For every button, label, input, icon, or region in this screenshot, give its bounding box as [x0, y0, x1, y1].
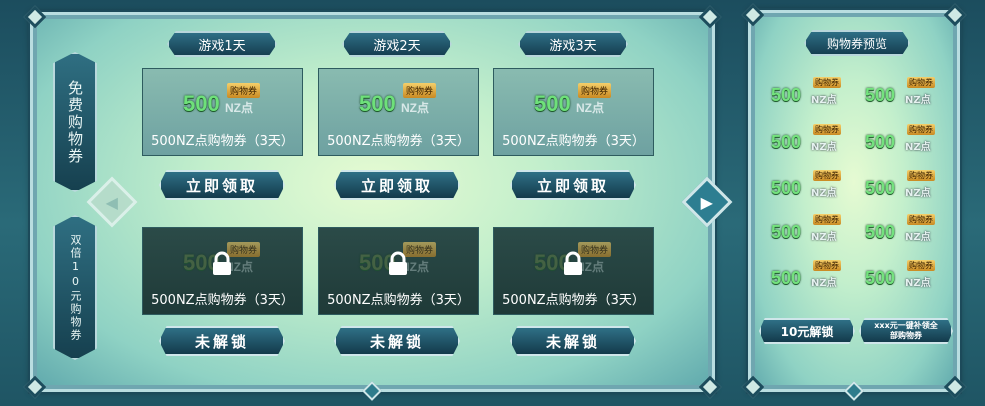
day-3-banner: 游戏3天 — [518, 31, 628, 57]
coupon-badge: 购物券 — [813, 170, 841, 181]
corner-ornament — [23, 375, 47, 399]
coupon-value: 500 — [183, 91, 220, 116]
locked-button-day-3[interactable]: 未解锁 — [510, 326, 636, 356]
coupon-unit: NZ点 — [905, 142, 931, 153]
preview-coupon: 购物券 500 NZ点 — [771, 170, 847, 204]
claim-button-day-1[interactable]: 立即领取 — [159, 170, 285, 200]
corner-ornament — [943, 3, 967, 27]
coupon-value: 500 — [359, 91, 396, 116]
coupon-unit: NZ点 — [576, 101, 604, 115]
coupon-label: 500NZ点购物券（3天） — [327, 134, 470, 149]
coupon-value: 500 — [771, 85, 802, 105]
coupon-card-day-2: 购物券 500 NZ点 500NZ点购物券（3天） — [318, 68, 479, 156]
coupon-badge: 购物券 — [813, 77, 841, 88]
coupon-value: 500 — [865, 178, 896, 198]
day-2-banner: 游戏2天 — [342, 31, 452, 57]
coupon-card-day-3: 购物券 500 NZ点 500NZ点购物券（3天） — [493, 68, 654, 156]
coupon-unit: NZ点 — [811, 278, 837, 289]
tab-double-coupons[interactable]: 双倍10元购物券 — [53, 215, 97, 360]
corner-ornament — [698, 5, 722, 29]
lock-icon — [213, 251, 231, 275]
preview-coupon: 购物券 500 NZ点 — [865, 214, 941, 248]
coupon-badge: 购物券 — [578, 83, 612, 98]
preview-coupon: 购物券 500 NZ点 — [865, 170, 941, 204]
corner-ornament — [943, 375, 967, 399]
coupon-unit: NZ点 — [811, 232, 837, 243]
coupon-unit: NZ点 — [401, 101, 429, 115]
unlock-10-button[interactable]: 10元解锁 — [759, 318, 855, 344]
locked-coupon-card-day-1: 购物券 500 NZ点 500NZ点购物券（3天） — [142, 227, 303, 315]
coupon-card-day-1: 购物券 500 NZ点 500NZ点购物券（3天） — [142, 68, 303, 156]
coupon-badge: 购物券 — [907, 170, 935, 181]
coupon-unit: NZ点 — [811, 142, 837, 153]
coupon-label: 500NZ点购物券（3天） — [502, 293, 645, 308]
coupon-label: 500NZ点购物券（3天） — [151, 293, 294, 308]
coupon-badge: 购物券 — [403, 83, 437, 98]
preview-coupon: 购物券 500 NZ点 — [865, 124, 941, 158]
coupon-unit: NZ点 — [811, 188, 837, 199]
chevron-left-icon: ◀ — [105, 192, 119, 212]
coupon-badge: 购物券 — [227, 83, 261, 98]
coupon-badge: 购物券 — [907, 214, 935, 225]
lock-icon — [389, 251, 407, 275]
coupon-value: 500 — [865, 85, 896, 105]
coupon-value: 500 — [865, 132, 896, 152]
coupon-unit: NZ点 — [905, 95, 931, 106]
coupon-value: 500 — [771, 222, 802, 242]
locked-button-day-2[interactable]: 未解锁 — [334, 326, 460, 356]
coupon-badge: 购物券 — [813, 124, 841, 135]
coupon-label: 500NZ点购物券（3天） — [151, 134, 294, 149]
coupon-unit: NZ点 — [225, 101, 253, 115]
coupon-value: 500 — [534, 91, 571, 116]
preview-coupon: 购物券 500 NZ点 — [771, 260, 847, 294]
corner-ornament — [741, 3, 765, 27]
coupon-label: 500NZ点购物券（3天） — [327, 293, 470, 308]
tab-free-coupons[interactable]: 免费购物券 — [53, 52, 97, 192]
preview-coupon: 购物券 500 NZ点 — [771, 124, 847, 158]
coupon-value: 500 — [771, 268, 802, 288]
coupon-value: 500 — [865, 222, 896, 242]
corner-ornament — [23, 5, 47, 29]
locked-coupon-card-day-2: 购物券 500 NZ点 500NZ点购物券（3天） — [318, 227, 479, 315]
coupon-value: 500 — [771, 132, 802, 152]
claim-button-day-3[interactable]: 立即领取 — [510, 170, 636, 200]
preview-coupon: 购物券 500 NZ点 — [865, 77, 941, 111]
coupon-unit: NZ点 — [905, 278, 931, 289]
preview-title: 购物券预览 — [804, 30, 910, 56]
coupon-label: 500NZ点购物券（3天） — [502, 134, 645, 149]
day-1-banner: 游戏1天 — [167, 31, 277, 57]
preview-coupon: 购物券 500 NZ点 — [771, 214, 847, 248]
coupon-value: 500 — [865, 268, 896, 288]
claim-button-day-2[interactable]: 立即领取 — [334, 170, 460, 200]
coupon-badge: 购物券 — [907, 77, 935, 88]
coupon-badge: 购物券 — [907, 124, 935, 135]
coupon-badge: 购物券 — [813, 214, 841, 225]
coupon-unit: NZ点 — [905, 188, 931, 199]
lock-icon — [564, 251, 582, 275]
preview-coupon: 购物券 500 NZ点 — [865, 260, 941, 294]
locked-coupon-card-day-3: 购物券 500 NZ点 500NZ点购物券（3天） — [493, 227, 654, 315]
coupon-badge: 购物券 — [907, 260, 935, 271]
locked-button-day-1[interactable]: 未解锁 — [159, 326, 285, 356]
coupon-unit: NZ点 — [905, 232, 931, 243]
unlock-all-button[interactable]: xxx元一键补领全部购物券 — [859, 318, 953, 344]
coupon-value: 500 — [771, 178, 802, 198]
chevron-right-icon: ▶ — [700, 192, 714, 212]
coupon-unit: NZ点 — [811, 95, 837, 106]
corner-ornament — [741, 375, 765, 399]
preview-coupon: 购物券 500 NZ点 — [771, 77, 847, 111]
coupon-badge: 购物券 — [813, 260, 841, 271]
corner-ornament — [698, 375, 722, 399]
